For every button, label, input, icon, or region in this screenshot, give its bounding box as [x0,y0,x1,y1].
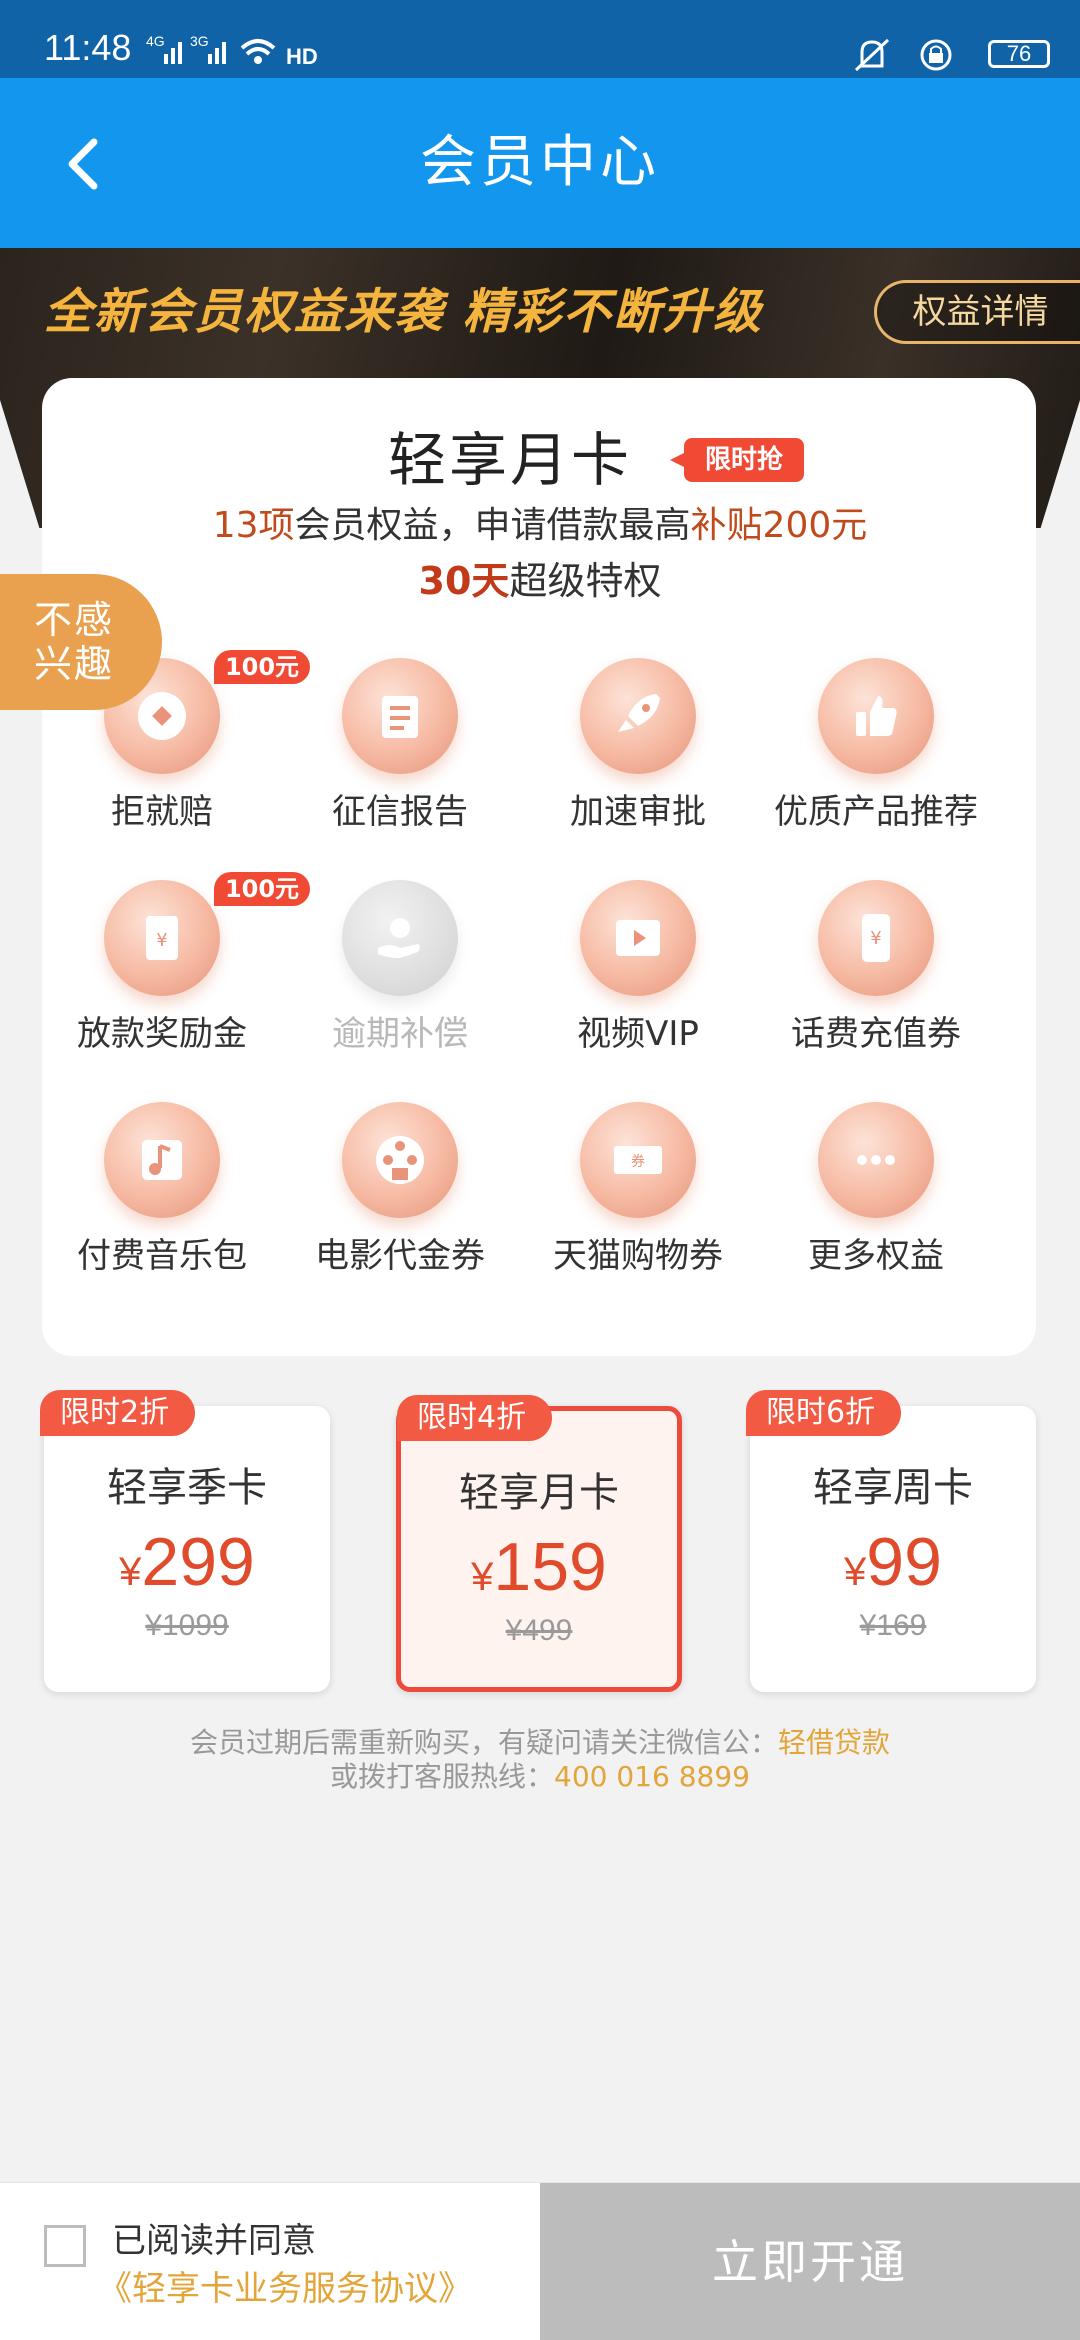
svg-text:¥: ¥ [870,928,881,949]
plan-price-value: 299 [141,1524,255,1600]
plan-currency: ¥ [844,1550,867,1594]
hotline-label: 或拨打客服热线： [330,1760,555,1793]
benefit-label: 加速审批 [570,792,706,832]
svg-text:¥: ¥ [156,930,167,951]
nav-bar: 会员中心 [0,78,1080,248]
rocket-icon [580,658,696,774]
benefit-label: 视频VIP [577,1014,699,1054]
benefit-label: 付费音乐包 [77,1236,247,1276]
benefit-grid: 100元 拒就赔 征信报告 加速审批 优质产品推荐 ¥ 100元 放款奖励金 逾… [42,650,1036,1300]
card-title: 轻享月卡 [387,426,632,494]
plan-discount-tag: 限时6折 [746,1390,902,1436]
benefit-item[interactable]: 优质产品推荐 [756,650,996,850]
privilege-days: 30天 [418,559,510,603]
benefit-label: 拒就赔 [111,792,213,832]
benefit-summary: 13项会员权益，申请借款最高补贴200元 [0,502,1080,550]
video-icon [580,880,696,996]
status-time: 11:48 [44,27,132,68]
thumbs-up-icon [818,658,934,774]
signal-icon: 4G 3G HD [146,33,318,69]
wechat-account[interactable]: 轻借贷款 [778,1726,890,1759]
net2-label: 3G [190,33,209,49]
plan-original-price: ¥169 [859,1609,927,1642]
benefit-details-button[interactable]: 权益详情 [874,280,1080,344]
status-bar: 11:48 4G 3G HD 76 [0,0,1080,78]
hd-label: HD [286,44,318,69]
plan-discount-tag: 限时4折 [397,1395,553,1441]
bottom-bar: 已阅读并同意 《轻享卡业务服务协议》 立即开通 [0,2182,1080,2340]
benefit-label: 更多权益 [808,1236,944,1276]
open-membership-button[interactable]: 立即开通 [540,2183,1080,2340]
benefit-item[interactable]: 视频VIP [518,872,758,1072]
benefit-item[interactable]: ¥ 话费充值券 [756,872,996,1072]
notice-line2: 或拨打客服热线：400 016 8899 [0,1760,1080,1794]
benefit-count: 13项 [212,505,295,546]
plan-currency: ¥ [119,1550,142,1594]
benefit-label: 话费充值券 [791,1014,961,1054]
not-interested-line1: 不感 [34,598,115,642]
notice-line1: 会员过期后需重新购买，有疑问请关注微信公：轻借贷款 [0,1726,1080,1760]
plan-name: 轻享周卡 [813,1465,973,1511]
hotline-number[interactable]: 400 016 8899 [554,1760,750,1793]
subsidy-text: 补贴200元 [690,505,868,546]
plan-name: 轻享月卡 [459,1470,619,1516]
benefit-item[interactable]: 更多权益 [756,1094,996,1294]
banner-slogan: 全新会员权益来袭 精彩不断升级 [44,284,763,340]
battery-icon: 76 [988,40,1050,68]
plan-price-value: 99 [866,1524,942,1600]
benefit-label: 优质产品推荐 [774,792,978,832]
benefit-item[interactable]: ¥ 100元 放款奖励金 [42,872,310,1072]
plan-card-quarterly[interactable]: 限时2折 轻享季卡 ¥299 ¥1099 [40,1390,330,1692]
hand-coin-icon [342,880,458,996]
plan-card-weekly[interactable]: 限时6折 轻享周卡 ¥99 ¥169 [746,1390,1036,1692]
agreement-link[interactable]: 《轻享卡业务服务协议》 [98,2267,472,2311]
more-icon [818,1102,934,1218]
privilege-summary: 30天超级特权 [0,556,1080,606]
notice-text: 会员过期后需重新购买，有疑问请关注微信公： [189,1726,778,1759]
benefit-label: 天猫购物券 [553,1236,723,1276]
svg-text:券: 券 [631,1154,645,1170]
not-interested-line2: 兴趣 [34,642,115,686]
benefit-label: 征信报告 [332,792,468,832]
music-icon [104,1102,220,1218]
plan-price: ¥299 [44,1522,330,1612]
plan-card-monthly[interactable]: 限时4折 轻享月卡 ¥159 ¥499 [396,1395,682,1692]
net1-label: 4G [146,33,165,49]
benefit-item[interactable]: 电影代金券 [280,1094,520,1294]
benefit-label: 电影代金券 [315,1236,485,1276]
privilege-text: 超级特权 [509,559,662,603]
coupon-icon: 券 [580,1102,696,1218]
benefit-label: 逾期补偿 [332,1014,468,1054]
benefit-item[interactable]: 券 天猫购物券 [518,1094,758,1294]
film-reel-icon [342,1102,458,1218]
agree-label: 已阅读并同意 [112,2221,316,2261]
plan-price: ¥99 [750,1522,1036,1612]
red-envelope-icon: ¥ [104,880,220,996]
agree-checkbox[interactable] [44,2225,86,2267]
benefit-item[interactable]: 加速审批 [518,650,758,850]
screen: 11:48 4G 3G HD 76 会员中心 全新会员权益来袭 精彩不断升级 权… [0,0,1080,2340]
not-interested-button[interactable]: 不感 兴趣 [0,574,162,710]
scroll-icon [342,658,458,774]
plan-currency: ¥ [471,1555,494,1599]
flash-sale-badge: 限时抢 [670,438,804,482]
benefit-item[interactable]: 付费音乐包 [42,1094,282,1294]
plan-price: ¥159 [401,1527,677,1617]
benefit-label: 放款奖励金 [77,1014,247,1054]
plan-original-price: ¥499 [505,1614,573,1647]
page-title: 会员中心 [420,130,660,195]
status-icons [854,38,952,72]
plan-original-price: ¥1099 [145,1609,229,1642]
plan-price-value: 159 [493,1529,607,1605]
plan-name: 轻享季卡 [107,1465,267,1511]
benefit-item[interactable]: 征信报告 [280,650,520,850]
plan-discount-tag: 限时2折 [40,1390,196,1436]
phone-yuan-icon: ¥ [818,880,934,996]
benefit-item[interactable]: 逾期补偿 [280,872,520,1072]
benefit-summary-text: 会员权益，申请借款最高 [294,505,691,546]
